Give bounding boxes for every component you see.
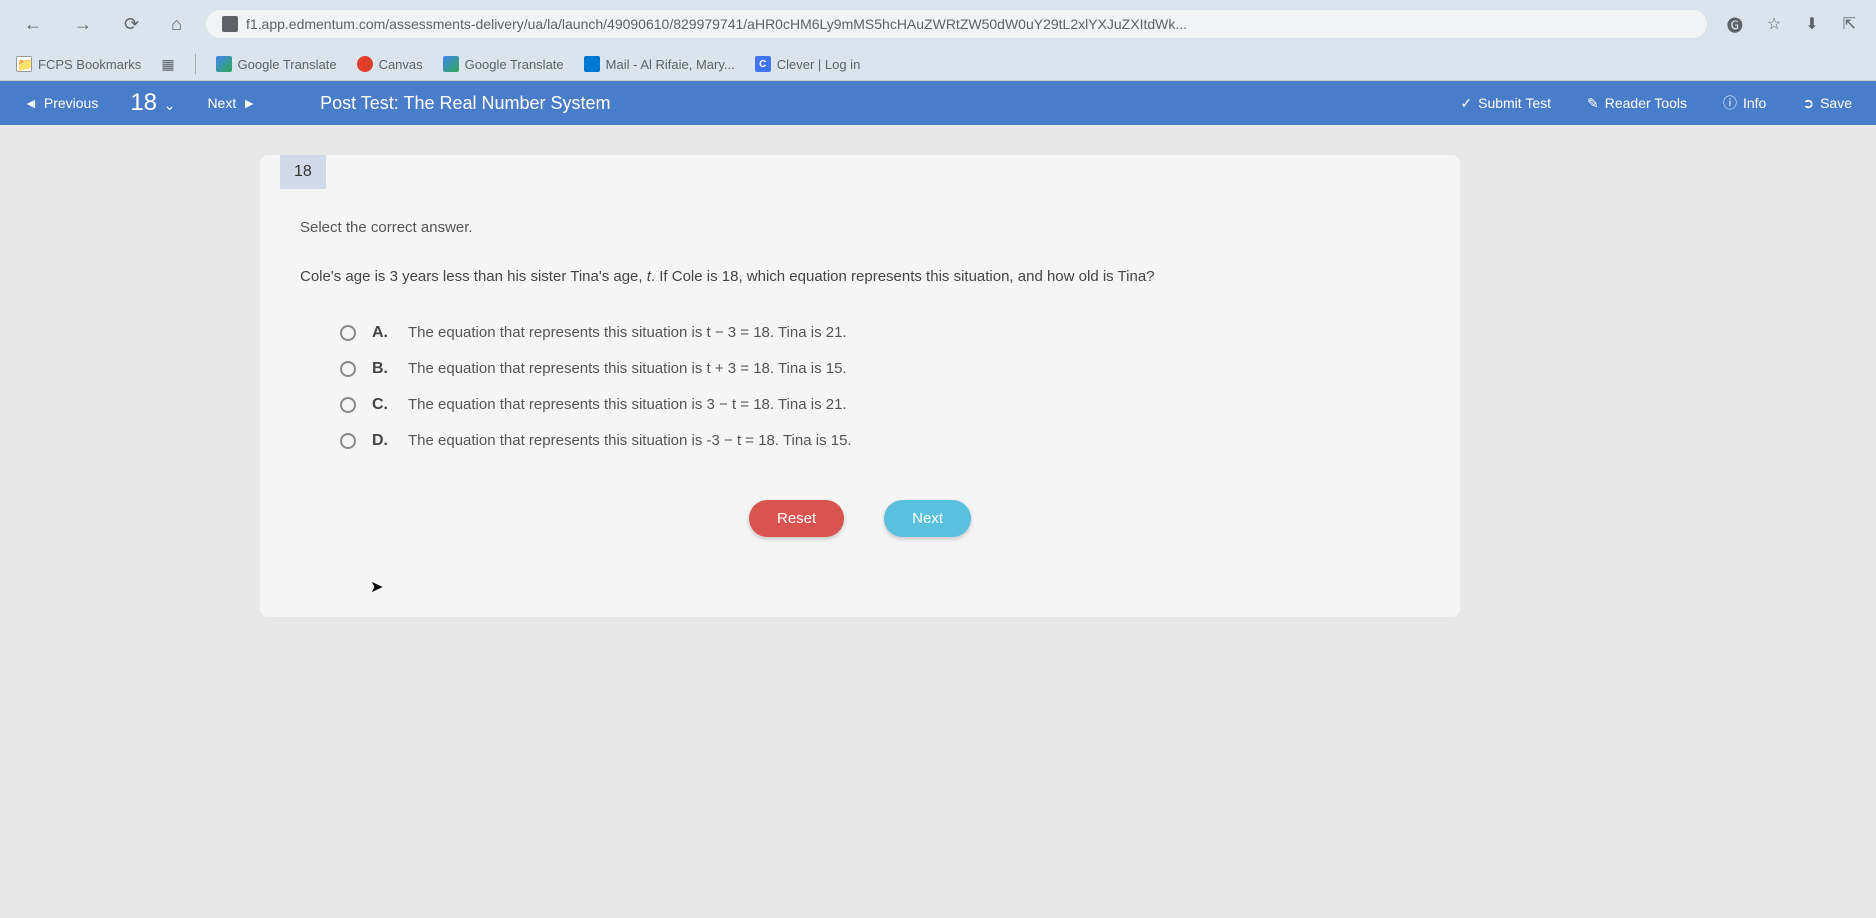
previous-button[interactable]: ◄ Previous <box>16 91 106 115</box>
instruction-text: Select the correct answer. <box>300 219 1420 236</box>
translate-icon[interactable]: 🅖 <box>1723 8 1747 40</box>
arrow-right-icon: ► <box>242 95 256 111</box>
answer-text: The equation that represents this situat… <box>408 396 847 413</box>
bookmark-mail[interactable]: Mail - Al Rifaie, Mary... <box>584 56 735 72</box>
home-button[interactable]: ⌂ <box>163 10 190 39</box>
answer-text: The equation that represents this situat… <box>408 324 847 341</box>
bookmark-label: Mail - Al Rifaie, Mary... <box>606 57 735 72</box>
google-translate-icon <box>216 56 232 72</box>
bookmark-google-translate-2[interactable]: Google Translate <box>443 56 564 72</box>
bookmark-label: Canvas <box>379 57 423 72</box>
question-number-dropdown[interactable]: 18 ⌄ <box>122 89 183 117</box>
bookmark-google-translate-1[interactable]: Google Translate <box>216 56 337 72</box>
bookmark-clever[interactable]: C Clever | Log in <box>755 56 861 72</box>
info-icon: ⓘ <box>1723 93 1737 113</box>
divider <box>195 54 196 74</box>
url-bar[interactable]: f1.app.edmentum.com/assessments-delivery… <box>206 10 1707 38</box>
apps-grid-icon[interactable]: ▦ <box>161 56 174 73</box>
radio-icon <box>340 433 356 449</box>
check-icon: ✓ <box>1460 95 1472 112</box>
previous-label: Previous <box>44 95 98 111</box>
bookmark-label: Google Translate <box>465 57 564 72</box>
answer-option-d[interactable]: D. The equation that represents this sit… <box>340 432 1420 450</box>
content-area: 18 Select the correct answer. Cole's age… <box>0 125 1876 825</box>
reload-button[interactable]: ⟳ <box>116 10 147 39</box>
url-text: f1.app.edmentum.com/assessments-delivery… <box>246 16 1187 32</box>
radio-icon <box>340 361 356 377</box>
radio-icon <box>340 397 356 413</box>
back-button[interactable]: ← <box>16 10 50 39</box>
answer-letter: D. <box>372 432 392 450</box>
next-question-button[interactable]: Next <box>884 500 971 537</box>
save-icon: ➲ <box>1802 95 1814 112</box>
bookmark-label: Clever | Log in <box>777 57 861 72</box>
bookmark-label: FCPS Bookmarks <box>38 57 141 72</box>
save-button[interactable]: ➲ Save <box>1794 91 1860 116</box>
extension-icon[interactable]: ⬇ <box>1801 10 1822 38</box>
answer-text: The equation that represents this situat… <box>408 432 852 449</box>
next-button[interactable]: Next ► <box>199 91 264 115</box>
canvas-icon <box>357 56 373 72</box>
bookmark-canvas[interactable]: Canvas <box>357 56 423 72</box>
arrow-left-icon: ◄ <box>24 95 38 111</box>
answer-option-b[interactable]: B. The equation that represents this sit… <box>340 360 1420 378</box>
test-title: Post Test: The Real Number System <box>320 93 1436 114</box>
folder-icon: 📁 <box>16 56 32 72</box>
bookmark-fcps[interactable]: 📁 FCPS Bookmarks <box>16 56 141 72</box>
answer-option-a[interactable]: A. The equation that represents this sit… <box>340 324 1420 342</box>
question-tag: 18 <box>280 155 326 189</box>
reset-button[interactable]: Reset <box>749 500 844 537</box>
bookmark-label: Google Translate <box>238 57 337 72</box>
bookmarks-bar: 📁 FCPS Bookmarks ▦ Google Translate Canv… <box>0 48 1876 81</box>
wand-icon: ✎ <box>1587 95 1599 112</box>
question-text: Cole's age is 3 years less than his sist… <box>300 266 1420 289</box>
question-card: 18 Select the correct answer. Cole's age… <box>260 155 1460 617</box>
answer-letter: C. <box>372 396 392 414</box>
answer-text: The equation that represents this situat… <box>408 360 847 377</box>
reader-tools-button[interactable]: ✎ Reader Tools <box>1579 91 1695 116</box>
answer-letter: A. <box>372 324 392 342</box>
puzzle-icon[interactable]: ⇱ <box>1839 10 1860 38</box>
header-right: ✓ Submit Test ✎ Reader Tools ⓘ Info ➲ Sa… <box>1452 89 1860 117</box>
radio-icon <box>340 325 356 341</box>
next-label: Next <box>207 95 236 111</box>
cursor-icon: ➤ <box>370 577 1490 597</box>
chevron-down-icon: ⌄ <box>164 97 176 113</box>
google-translate-icon <box>443 56 459 72</box>
info-button[interactable]: ⓘ Info <box>1715 89 1774 117</box>
button-row: Reset Next <box>300 500 1420 567</box>
browser-toolbar: ← → ⟳ ⌂ f1.app.edmentum.com/assessments-… <box>0 0 1876 48</box>
bookmark-star-icon[interactable]: ☆ <box>1763 10 1785 38</box>
clever-icon: C <box>755 56 771 72</box>
answer-letter: B. <box>372 360 392 378</box>
question-body: Select the correct answer. Cole's age is… <box>260 189 1460 617</box>
submit-test-button[interactable]: ✓ Submit Test <box>1452 91 1559 116</box>
answer-option-c[interactable]: C. The equation that represents this sit… <box>340 396 1420 414</box>
forward-button[interactable]: → <box>66 10 100 39</box>
app-header: ◄ Previous 18 ⌄ Next ► Post Test: The Re… <box>0 81 1876 125</box>
site-icon <box>222 16 238 32</box>
outlook-icon <box>584 56 600 72</box>
answers-list: A. The equation that represents this sit… <box>300 324 1420 450</box>
